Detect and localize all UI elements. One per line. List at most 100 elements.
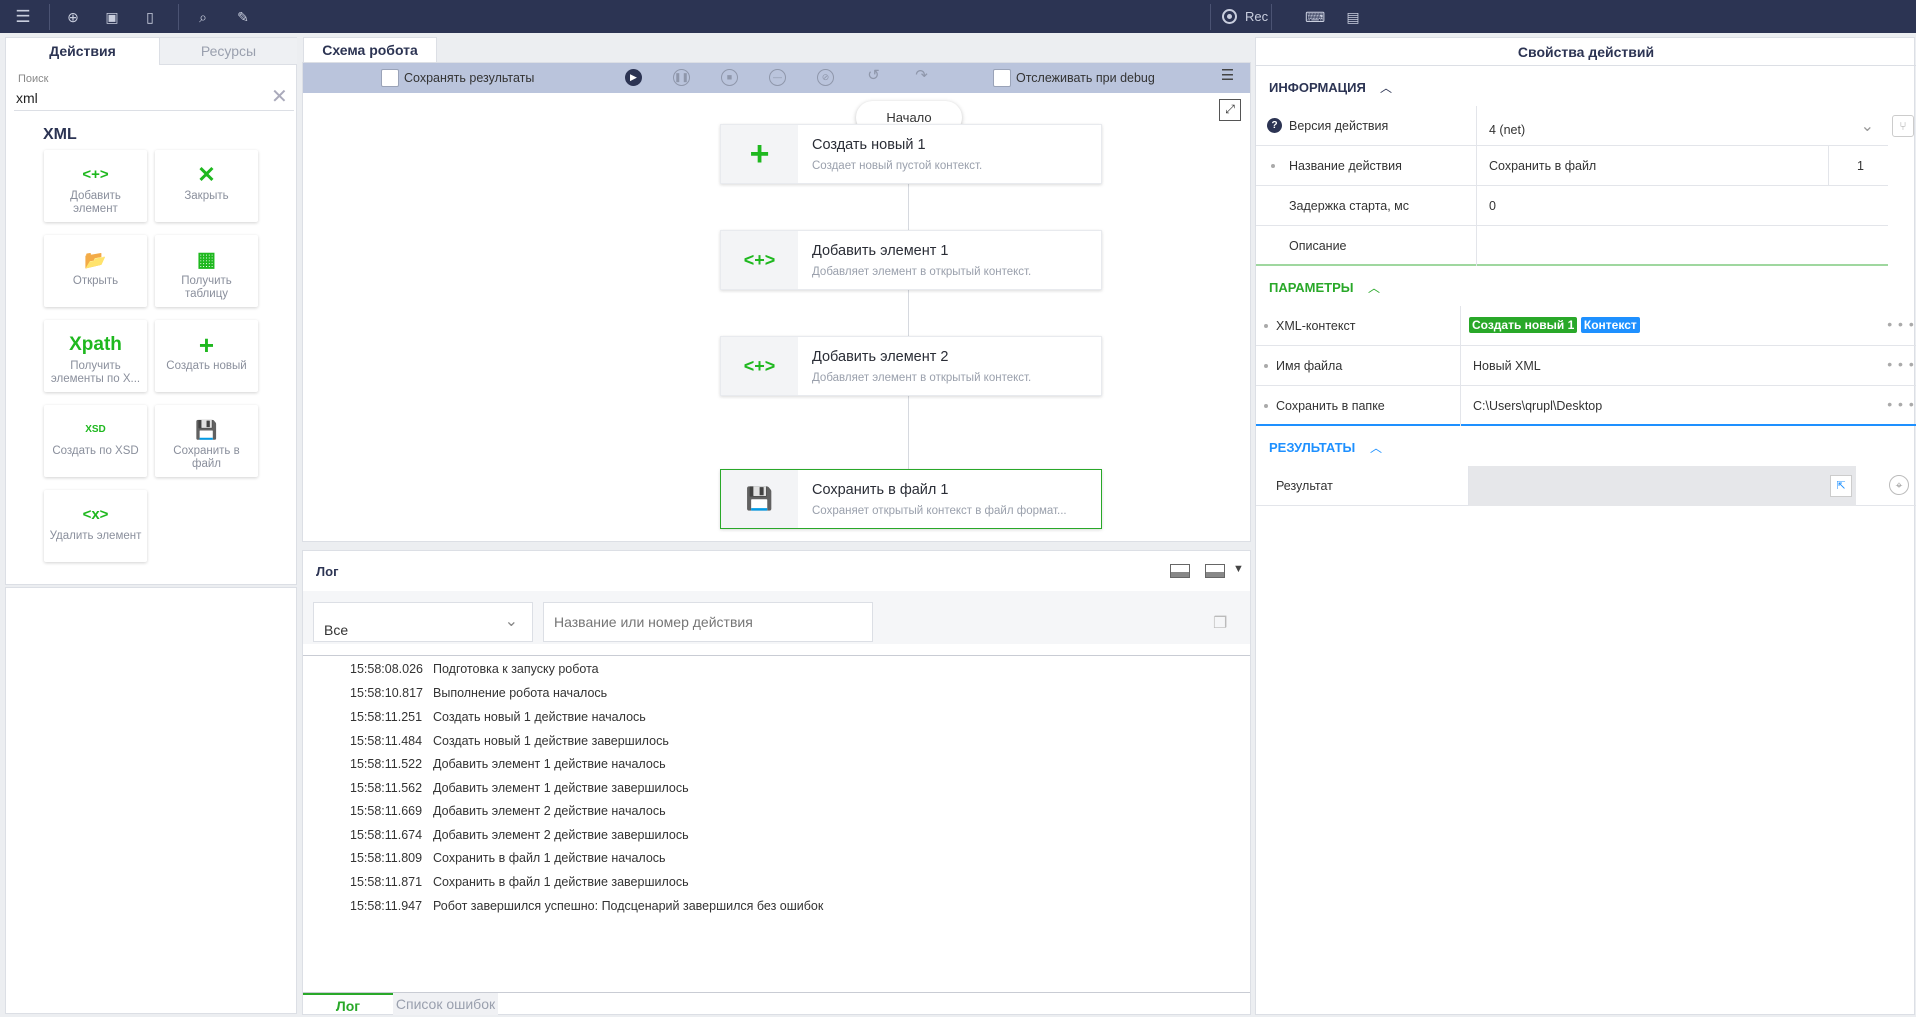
prop-value: 4 (net)	[1489, 123, 1526, 137]
add-element-icon: <+>	[721, 337, 798, 395]
save-icon: 💾	[721, 470, 798, 528]
more-options-icon[interactable]: • • •	[1886, 396, 1916, 416]
tab-actions[interactable]: Действия	[6, 38, 159, 65]
log-row: 15:58:11.251 Создать новый 1 действие нач…	[303, 710, 1243, 732]
layout-bottom-icon[interactable]	[1170, 564, 1190, 578]
node-save-to-file[interactable]: 💾 Сохранить в файл 1 Сохраняет открытый …	[720, 469, 1102, 529]
clipboard-icon[interactable]: ▯	[141, 8, 159, 26]
play-icon[interactable]: ▶	[625, 69, 642, 86]
folder-icon: 📂	[84, 250, 107, 270]
tab-errors[interactable]: Список ошибок	[393, 993, 498, 1015]
node-add-element-1[interactable]: <+> Добавить элемент 1 Добавляет элемент…	[720, 230, 1102, 290]
search-label: Поиск	[18, 73, 49, 85]
tile-delete-element[interactable]: <x> Удалить элемент	[44, 490, 147, 562]
log-time: 15:58:11.674	[350, 828, 423, 842]
tile-label: Сохранить в файл	[173, 445, 240, 470]
tab-resources[interactable]: Ресурсы	[159, 38, 297, 65]
pause-icon[interactable]: ❚❚	[673, 69, 690, 86]
cancel-icon[interactable]: ⊘	[817, 69, 834, 86]
chevron-down-icon: ⌄	[1860, 118, 1874, 135]
expand-icon[interactable]: ⤢	[1219, 99, 1241, 121]
stop-icon[interactable]: ■	[721, 69, 738, 86]
tile-open[interactable]: 📂 Открыть	[44, 235, 147, 307]
prop-row-version: ? Версия действия 4 (net) ⌄	[1256, 106, 1888, 146]
copy-icon[interactable]: ❐	[1213, 613, 1227, 633]
log-message: Робот завершился успешно: Подсценарий за…	[433, 899, 824, 913]
log-level-select[interactable]: Все ⌄	[313, 602, 533, 642]
save-icon[interactable]: ▣	[103, 8, 121, 26]
prop-label: Задержка старта, мс	[1289, 199, 1410, 213]
log-message: Добавить элемент 2 действие завершилось	[433, 828, 689, 842]
track-debug-checkbox[interactable]	[993, 69, 1011, 87]
tile-add-element[interactable]: <+> Добавить элемент	[44, 150, 147, 222]
tag-create-new[interactable]: Создать новый 1	[1469, 317, 1578, 333]
section-results-header[interactable]: РЕЗУЛЬТАТЫ	[1269, 440, 1355, 455]
log-time: 15:58:10.817	[350, 686, 423, 700]
tag-context[interactable]: Контекст	[1580, 317, 1640, 333]
menu-icon[interactable]: ☰	[14, 8, 32, 26]
node-title: Добавить элемент 2	[812, 349, 949, 365]
tile-save-to-file[interactable]: 💾 Сохранить в файл	[155, 405, 258, 477]
more-options-icon[interactable]: • • •	[1886, 316, 1916, 336]
help-icon[interactable]: ?	[1267, 118, 1282, 133]
keyboard-icon[interactable]: ⌨	[1305, 8, 1325, 26]
log-search-input[interactable]	[543, 602, 873, 642]
chevron-down-icon[interactable]: ▼	[1233, 563, 1244, 575]
delay-field[interactable]: 0	[1476, 186, 1888, 226]
book-icon[interactable]: ▤	[1344, 8, 1362, 26]
disable-icon[interactable]: —	[769, 69, 786, 86]
prop-value: 0	[1489, 199, 1496, 213]
xml-context-field[interactable]: Создать новый 1 Контекст	[1460, 306, 1878, 346]
file-name-field[interactable]: Новый XML	[1460, 346, 1878, 386]
section-info-header[interactable]: ИНФОРМАЦИЯ	[1269, 80, 1366, 95]
prop-row-save-folder: Сохранить в папке C:\Users\qrupl\Desktop…	[1256, 386, 1916, 426]
delete-element-icon: <x>	[82, 506, 109, 523]
tile-create-new[interactable]: + Создать новый	[155, 320, 258, 392]
search-input[interactable]	[16, 87, 236, 109]
log-message: Создать новый 1 действие началось	[433, 710, 646, 724]
chevron-down-icon: ⌄	[504, 613, 518, 630]
node-create-new[interactable]: + Создать новый 1 Создает новый пустой к…	[720, 124, 1102, 184]
node-add-element-2[interactable]: <+> Добавить элемент 2 Добавляет элемент…	[720, 336, 1102, 396]
layout-split-icon[interactable]	[1205, 564, 1225, 578]
prop-value: Сохранить в файл	[1489, 159, 1597, 173]
node-description: Добавляет элемент в открытый контекст.	[812, 266, 1032, 278]
settings-sliders-icon[interactable]: ☰	[1219, 68, 1236, 86]
target-icon[interactable]: ⌖	[1889, 475, 1909, 495]
tab-robot-schema[interactable]: Схема робота	[303, 37, 437, 62]
tile-label: Открыть	[72, 275, 119, 287]
chevron-up-icon[interactable]: ︿	[1368, 279, 1380, 296]
save-results-checkbox[interactable]	[381, 69, 399, 87]
more-options-icon[interactable]: • • •	[1886, 356, 1916, 376]
version-select[interactable]: 4 (net) ⌄	[1476, 106, 1888, 146]
required-dot	[1264, 324, 1268, 328]
restart-icon[interactable]: ↺	[865, 68, 882, 86]
search-icon[interactable]: ⌕	[194, 8, 212, 26]
result-field[interactable]: ⇱	[1468, 466, 1856, 506]
tab-log[interactable]: Лог	[303, 993, 393, 1015]
edit-list-icon[interactable]: ✎	[234, 8, 252, 26]
context-tags: Создать новый 1 Контекст	[1469, 317, 1640, 333]
name-number-field[interactable]: 1	[1828, 146, 1888, 186]
tile-close[interactable]: ✕ Закрыть	[155, 150, 258, 222]
add-icon[interactable]: ⊕	[64, 8, 82, 26]
record-icon[interactable]	[1222, 9, 1237, 24]
chevron-up-icon[interactable]: ︿	[1370, 439, 1382, 456]
tile-get-table[interactable]: ▦ Получить таблицу	[155, 235, 258, 307]
tile-xpath[interactable]: Xpath Получить элементы по X...	[44, 320, 147, 392]
toolbar-divider	[49, 4, 50, 30]
clear-icon[interactable]: ✕	[271, 84, 288, 109]
chevron-up-icon[interactable]: ︿	[1380, 79, 1392, 96]
record-label[interactable]: Rec	[1245, 9, 1268, 24]
table-icon: ▦	[197, 249, 216, 271]
branch-icon[interactable]: ⑂	[1892, 115, 1914, 137]
name-field[interactable]: Сохранить в файл	[1476, 146, 1828, 186]
save-folder-field[interactable]: C:\Users\qrupl\Desktop	[1460, 386, 1878, 426]
step-over-icon[interactable]: ↷	[913, 68, 930, 86]
tile-create-by-xsd[interactable]: XSD Создать по XSD	[44, 405, 147, 477]
left-bottom-panel	[5, 587, 297, 1014]
open-link-icon[interactable]: ⇱	[1830, 475, 1852, 497]
description-field[interactable]	[1476, 226, 1888, 266]
section-params-header[interactable]: ПАРАМЕТРЫ	[1269, 280, 1354, 295]
log-row: 15:58:11.871 Сохранить в файл 1 действие …	[303, 875, 1243, 897]
